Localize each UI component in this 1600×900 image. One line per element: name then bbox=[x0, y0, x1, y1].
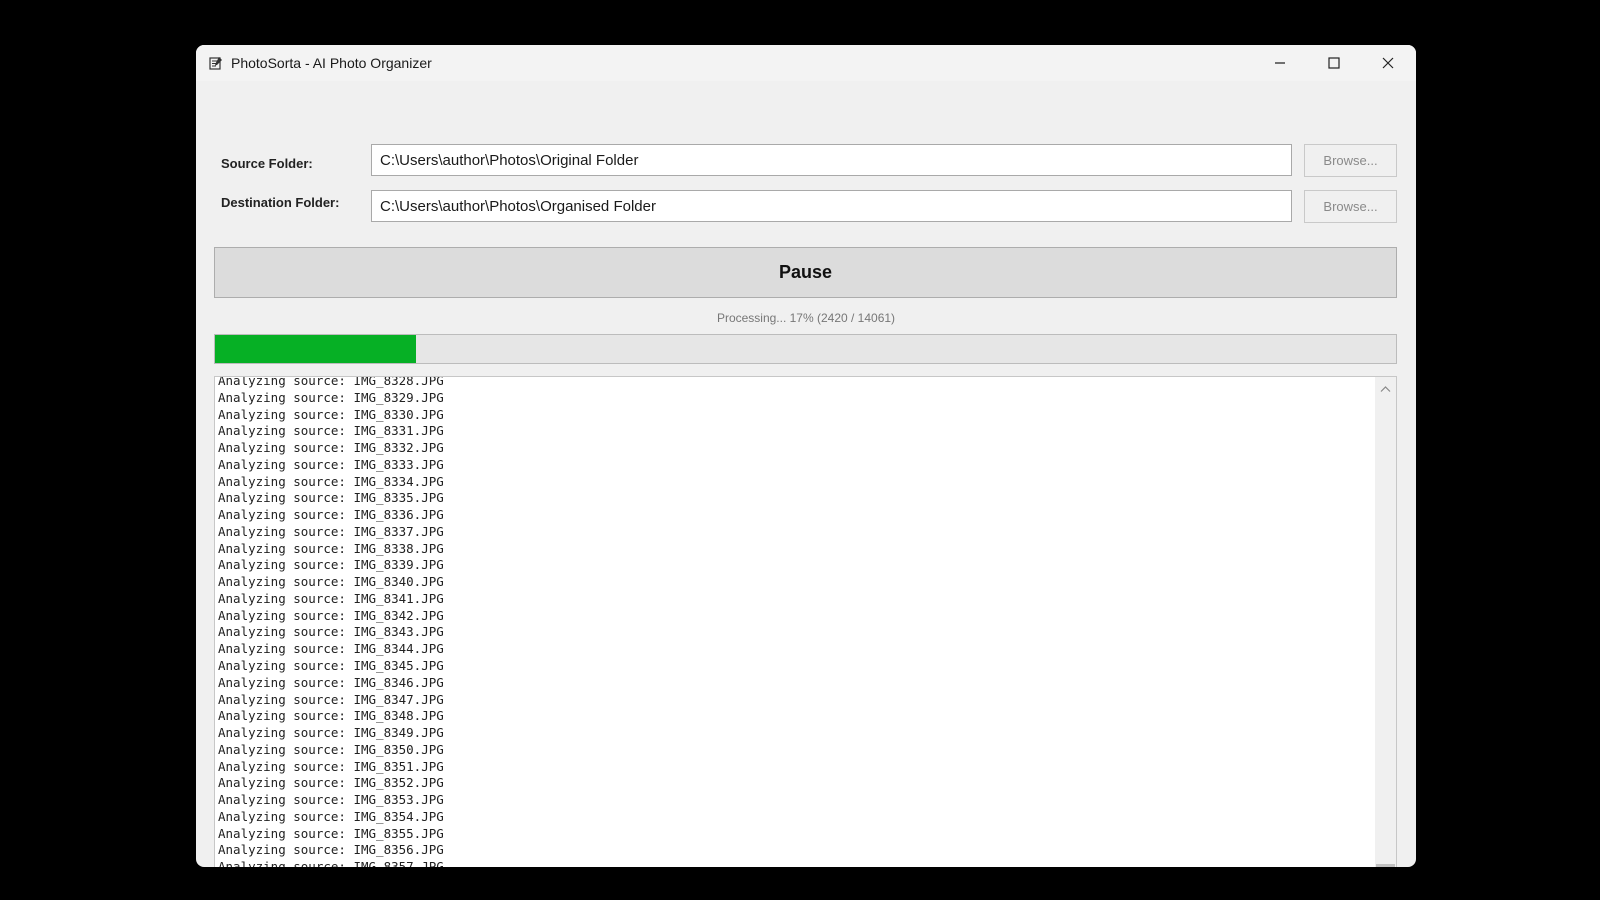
log-line: Analyzing source: IMG_8340.JPG bbox=[218, 574, 444, 590]
app-window: PhotoSorta - AI Photo Organizer Source F… bbox=[196, 45, 1416, 867]
window-title: PhotoSorta - AI Photo Organizer bbox=[231, 55, 432, 71]
close-button[interactable] bbox=[1361, 45, 1415, 81]
log-lines: Analyzing source: IMG_8328.JPG Analyzing … bbox=[215, 376, 1375, 867]
log-line: Analyzing source: IMG_8339.JPG bbox=[218, 557, 444, 573]
app-icon bbox=[209, 57, 222, 70]
log-output[interactable]: Analyzing source: IMG_8328.JPG Analyzing … bbox=[214, 376, 1397, 867]
log-line: Analyzing source: IMG_8353.JPG bbox=[218, 792, 444, 808]
destination-folder-input[interactable] bbox=[371, 190, 1292, 222]
scroll-thumb[interactable] bbox=[1376, 864, 1395, 867]
minimize-icon bbox=[1275, 62, 1285, 64]
source-folder-label: Source Folder: bbox=[221, 156, 313, 171]
log-line: Analyzing source: IMG_8338.JPG bbox=[218, 540, 444, 556]
log-line: Analyzing source: IMG_8335.JPG bbox=[218, 490, 444, 506]
log-line: Analyzing source: IMG_8349.JPG bbox=[218, 725, 444, 741]
log-line: Analyzing source: IMG_8355.JPG bbox=[218, 825, 444, 841]
log-line: Analyzing source: IMG_8342.JPG bbox=[218, 607, 444, 623]
pause-button[interactable]: Pause bbox=[214, 247, 1397, 298]
log-line: Analyzing source: IMG_8357.JPG bbox=[218, 859, 444, 867]
close-icon bbox=[1382, 57, 1394, 69]
log-line: Analyzing source: IMG_8341.JPG bbox=[218, 590, 444, 606]
progress-bar bbox=[214, 334, 1397, 364]
log-line: Analyzing source: IMG_8343.JPG bbox=[218, 624, 444, 640]
log-line: Analyzing source: IMG_8328.JPG bbox=[218, 376, 444, 388]
chevron-up-icon bbox=[1380, 386, 1391, 392]
log-line: Analyzing source: IMG_8352.JPG bbox=[218, 775, 444, 791]
log-line: Analyzing source: IMG_8337.JPG bbox=[218, 523, 444, 539]
minimize-button[interactable] bbox=[1253, 45, 1307, 81]
log-line: Analyzing source: IMG_8334.JPG bbox=[218, 473, 444, 489]
log-line: Analyzing source: IMG_8330.JPG bbox=[218, 406, 444, 422]
log-line: Analyzing source: IMG_8347.JPG bbox=[218, 691, 444, 707]
log-line: Analyzing source: IMG_8333.JPG bbox=[218, 456, 444, 472]
destination-folder-label: Destination Folder: bbox=[221, 195, 340, 210]
log-line: Analyzing source: IMG_8350.JPG bbox=[218, 741, 444, 757]
log-line: Analyzing source: IMG_8346.JPG bbox=[218, 674, 444, 690]
log-line: Analyzing source: IMG_8345.JPG bbox=[218, 658, 444, 674]
log-line: Analyzing source: IMG_8336.JPG bbox=[218, 507, 444, 523]
log-line: Analyzing source: IMG_8348.JPG bbox=[218, 708, 444, 724]
source-browse-button[interactable]: Browse... bbox=[1304, 144, 1397, 177]
log-line: Analyzing source: IMG_8344.JPG bbox=[218, 641, 444, 657]
log-line: Analyzing source: IMG_8351.JPG bbox=[218, 758, 444, 774]
source-folder-input[interactable] bbox=[371, 144, 1292, 176]
log-line: Analyzing source: IMG_8329.JPG bbox=[218, 389, 444, 405]
log-line: Analyzing source: IMG_8331.JPG bbox=[218, 423, 444, 439]
status-text: Processing... 17% (2420 / 14061) bbox=[716, 311, 896, 325]
title-bar[interactable]: PhotoSorta - AI Photo Organizer bbox=[196, 45, 1416, 81]
maximize-button[interactable] bbox=[1307, 45, 1361, 81]
log-scrollbar[interactable] bbox=[1375, 377, 1396, 867]
log-line: Analyzing source: IMG_8332.JPG bbox=[218, 440, 444, 456]
maximize-icon bbox=[1328, 57, 1340, 69]
log-line: Analyzing source: IMG_8354.JPG bbox=[218, 808, 444, 824]
log-line: Analyzing source: IMG_8356.JPG bbox=[218, 842, 444, 858]
scroll-up-button[interactable] bbox=[1375, 379, 1396, 399]
destination-browse-button[interactable]: Browse... bbox=[1304, 190, 1397, 223]
progress-bar-fill bbox=[215, 335, 416, 363]
